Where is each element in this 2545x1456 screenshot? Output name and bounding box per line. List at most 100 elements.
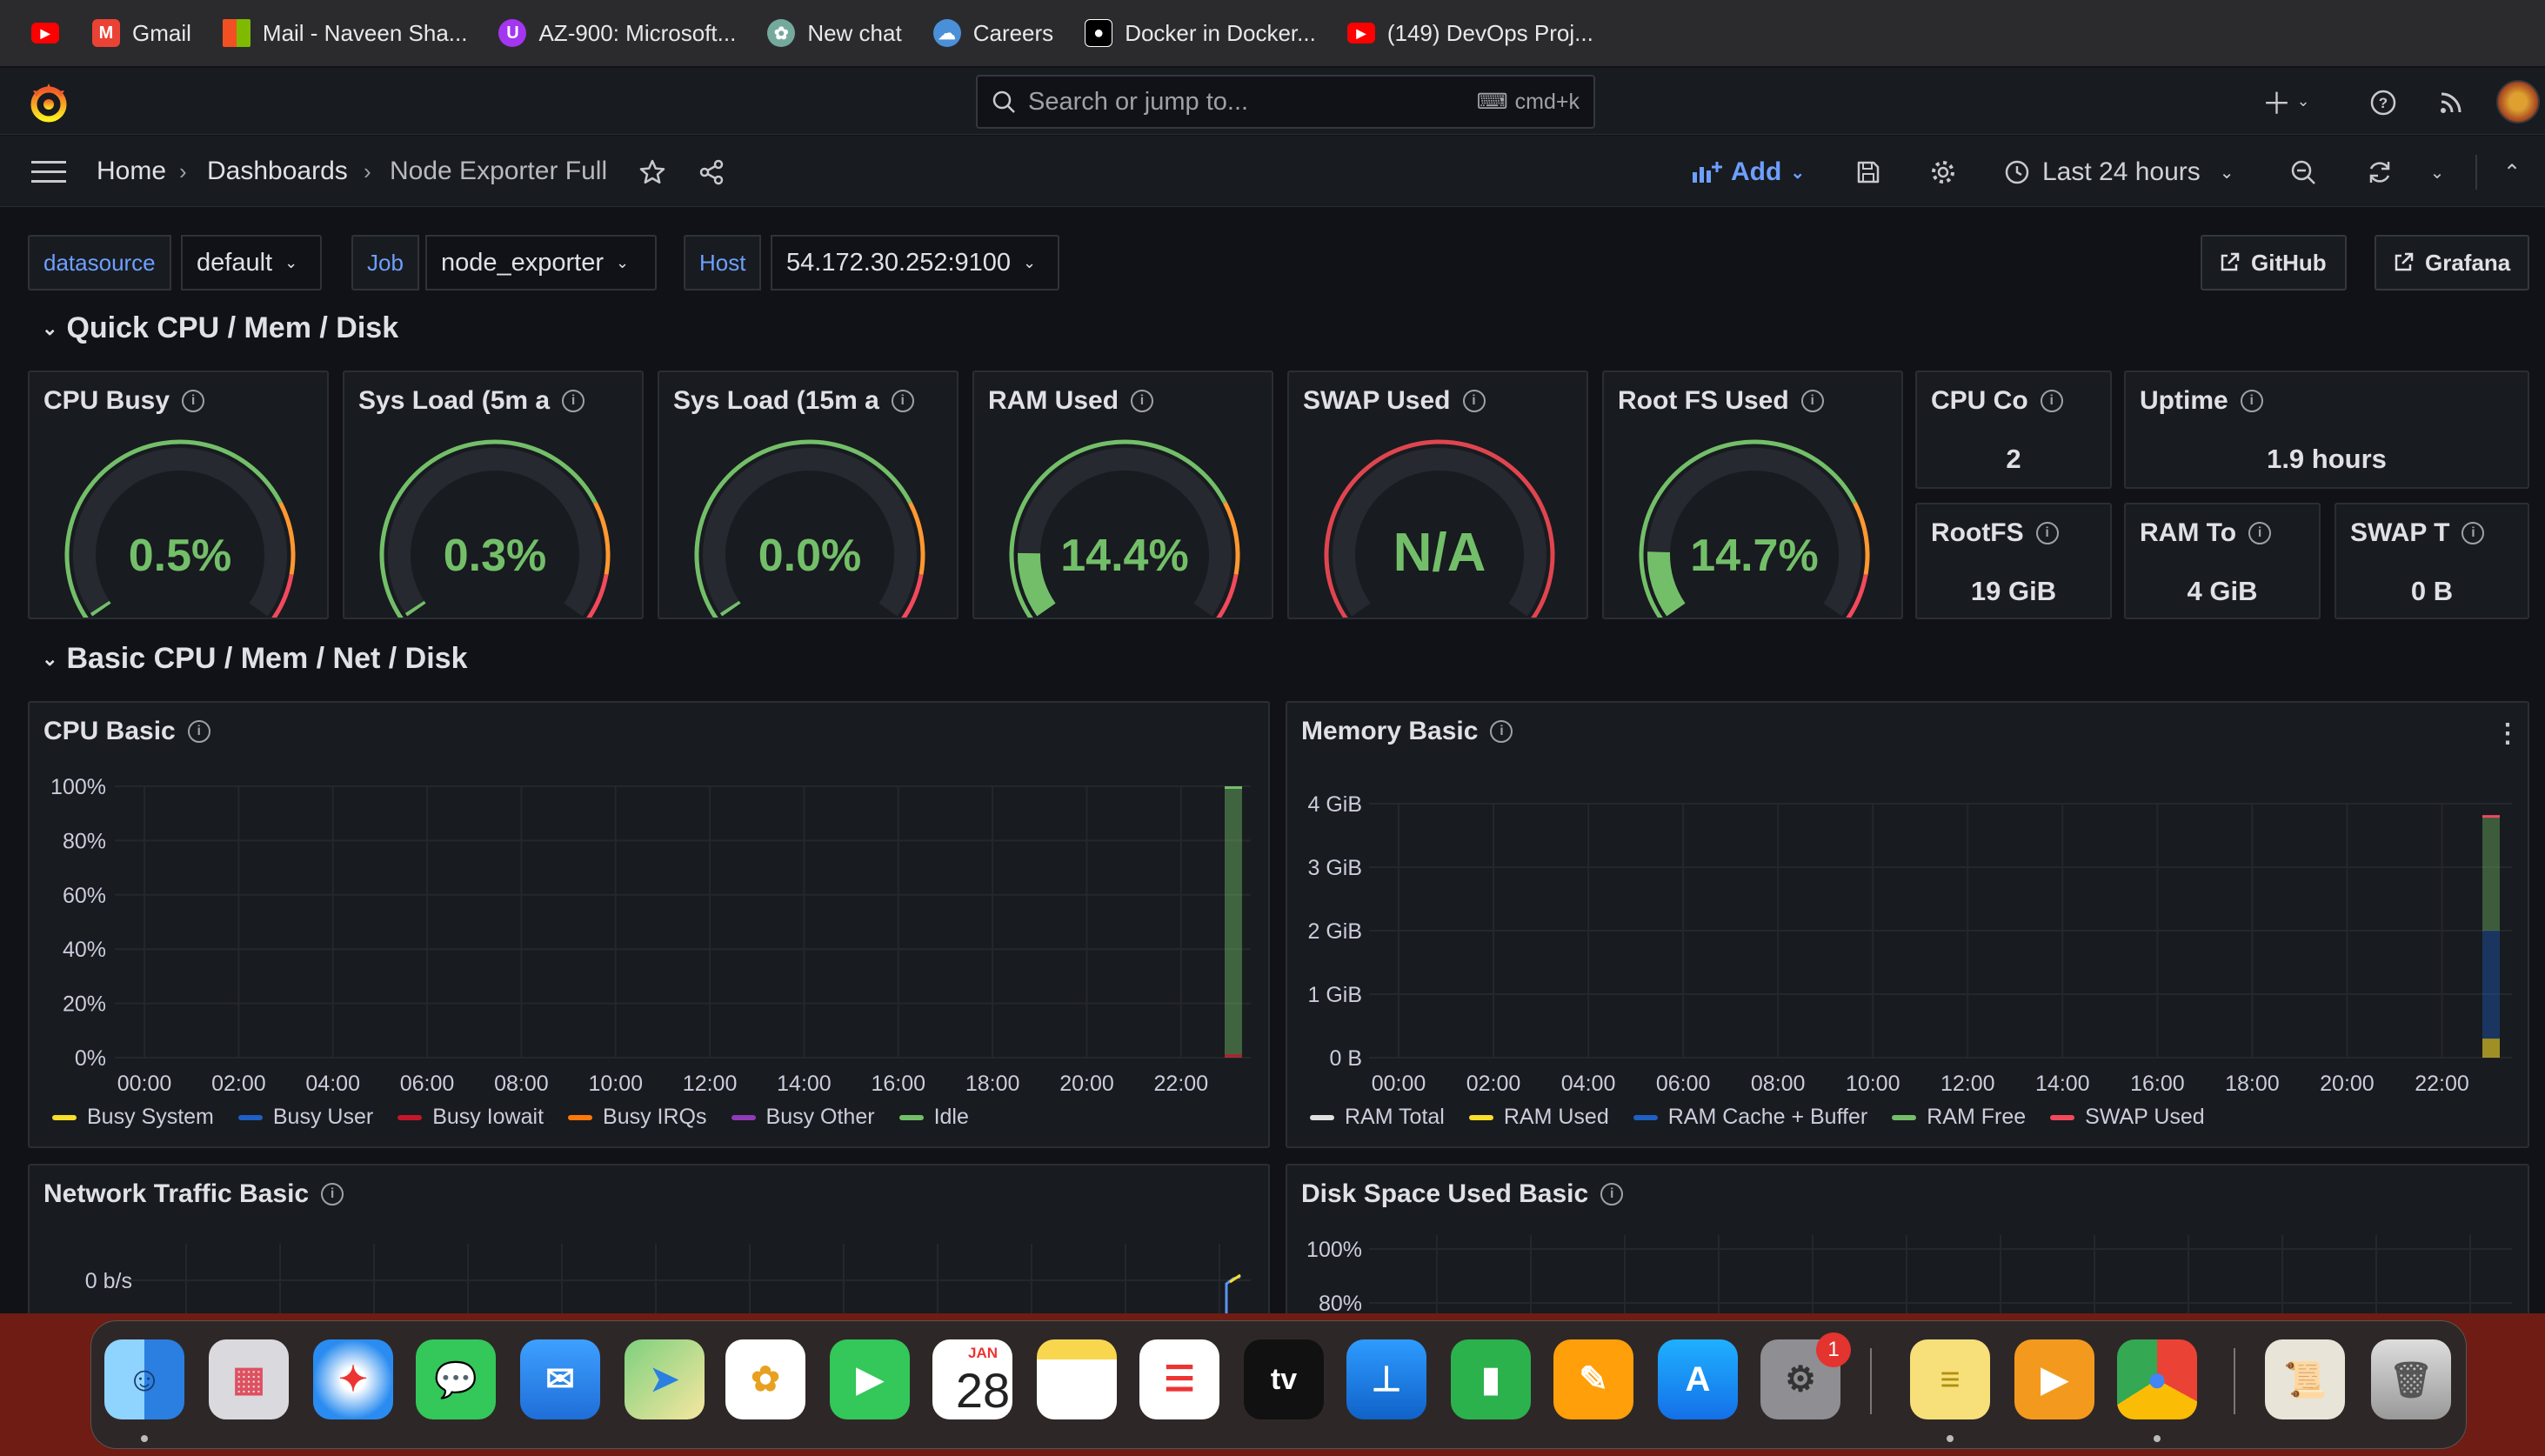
x-tick-label: 14:00 [2035, 1072, 2090, 1096]
gauge-value: 0.3% [444, 531, 547, 581]
github-link-button[interactable]: GitHub [2201, 235, 2347, 291]
stat-panel-uptime[interactable]: Uptime i 1.9 hours [2124, 371, 2529, 489]
breadcrumb-dashboards[interactable]: Dashboards [207, 157, 348, 186]
messages-icon[interactable]: 💬 [416, 1339, 496, 1419]
x-tick-label: 20:00 [2320, 1072, 2375, 1096]
gauge-panel[interactable]: Sys Load (15m a i 0.0% [658, 371, 959, 619]
gauge-panel[interactable]: Root FS Used i 14.7% [1602, 371, 1903, 619]
legend-item[interactable]: SWAP Used [2050, 1105, 2205, 1130]
time-range-picker[interactable]: Last 24 hours ⌄ [2004, 153, 2234, 191]
collapse-chevron-up-icon[interactable]: ⌃ [2495, 155, 2529, 190]
share-icon[interactable] [694, 155, 729, 190]
host-select[interactable]: 54.172.30.252:9100 ⌄ [771, 235, 1059, 291]
certificate-icon[interactable]: 📜 [2265, 1339, 2345, 1419]
keynote-icon[interactable]: ⊥ [1346, 1339, 1426, 1419]
panel-network-traffic-basic[interactable]: Network Traffic Basic i 0 b/s [28, 1164, 1270, 1320]
bookmark-youtube[interactable]: ▶ [19, 0, 80, 66]
gauge-panel[interactable]: CPU Busy i 0.5% [28, 371, 329, 619]
search-input[interactable]: Search or jump to... ⌨ cmd+k [976, 75, 1595, 129]
row-basic-cpu-mem-net-disk[interactable]: ⌄ Basic CPU / Mem / Net / Disk [42, 642, 467, 676]
info-icon[interactable]: i [2040, 390, 2063, 412]
running-indicator [2154, 1435, 2161, 1442]
infuse-icon[interactable]: ▶ [2014, 1339, 2094, 1419]
menu-icon[interactable] [28, 155, 70, 190]
legend-item[interactable]: RAM Free [1892, 1105, 2026, 1130]
legend-item[interactable]: Busy Iowait [397, 1105, 544, 1130]
breadcrumb-home[interactable]: Home [97, 157, 166, 186]
x-tick-label: 12:00 [683, 1072, 738, 1096]
stat-panel-ram-total[interactable]: RAM To i 4 GiB [2124, 503, 2321, 619]
stat-panel-swap-total[interactable]: SWAP T i 0 B [2335, 503, 2529, 619]
info-icon[interactable]: i [2240, 390, 2263, 412]
safari-icon[interactable]: ✦ [313, 1339, 393, 1419]
stat-panel-cpu-cores[interactable]: CPU Co i 2 [1915, 371, 2112, 489]
svg-text:?: ? [2379, 95, 2388, 111]
panel-memory-basic[interactable]: Memory Basic i ⋮ 4 GiB 3 GiB 2 GiB 1 GiB 0 B0… [1286, 701, 2529, 1148]
launchpad-icon[interactable]: ▦ [209, 1339, 289, 1419]
bookmark-az900[interactable]: U AZ-900: Microsoft... [486, 0, 755, 66]
refresh-interval-chevron-icon[interactable]: ⌄ [2421, 155, 2453, 190]
gauge-panel[interactable]: Sys Load (5m a i 0.3% [343, 371, 644, 619]
stat-panel-rootfs[interactable]: RootFS i 19 GiB [1915, 503, 2112, 619]
refresh-icon[interactable] [2361, 155, 2399, 190]
zoom-out-icon[interactable] [2284, 155, 2322, 190]
chrome-icon[interactable]: ● [2117, 1339, 2197, 1419]
youtube-icon: ▶ [1346, 23, 1375, 43]
row-quick-cpu-mem-disk[interactable]: ⌄ Quick CPU / Mem / Disk [42, 311, 398, 345]
gauge-panel[interactable]: RAM Used i 14.4% [972, 371, 1273, 619]
notes-icon[interactable] [1037, 1339, 1117, 1419]
legend-item[interactable]: Busy User [237, 1105, 373, 1130]
x-tick-label: 06:00 [1656, 1072, 1711, 1096]
user-avatar[interactable] [2496, 80, 2540, 124]
gauge-panel[interactable]: SWAP Used i N/A [1287, 371, 1588, 619]
finder-icon[interactable]: ☺ [104, 1339, 184, 1419]
gauge-fill [1647, 551, 1686, 617]
gauge-value: 14.7% [1690, 531, 1818, 581]
save-icon[interactable] [1849, 155, 1887, 190]
appletv-icon[interactable]: tv [1244, 1339, 1324, 1419]
help-icon[interactable]: ? [2364, 83, 2402, 122]
panel-title: RAM To i [2140, 518, 2272, 548]
legend-item[interactable]: Busy Other [731, 1105, 875, 1130]
gauge-chart: 14.4% [1009, 439, 1240, 618]
photos-icon[interactable]: ✿ [725, 1339, 805, 1419]
bookmark-careers[interactable]: ☁ Careers [921, 0, 1072, 66]
gear-icon[interactable] [1924, 155, 1962, 190]
legend-item[interactable]: RAM Used [1468, 1105, 1609, 1130]
trash-icon[interactable]: 🗑 [2371, 1339, 2451, 1419]
bookmark-gmail[interactable]: M Gmail [80, 0, 210, 66]
add-panel-button[interactable]: Add ⌄ [1691, 153, 1805, 191]
news-feed-icon[interactable] [2432, 83, 2470, 122]
facetime-icon[interactable]: ▶ [830, 1339, 910, 1419]
datasource-select[interactable]: default ⌄ [181, 235, 322, 291]
info-icon[interactable]: i [2462, 522, 2485, 544]
panel-cpu-basic[interactable]: CPU Basic i 100% 80% 60% 40% 20% 0% 00:00 02:00 0… [28, 701, 1270, 1148]
stickies-icon[interactable]: ≡ [1910, 1339, 1990, 1419]
legend-item[interactable]: Busy IRQs [568, 1105, 707, 1130]
info-icon[interactable]: i [2248, 522, 2272, 544]
bookmark-new-chat[interactable]: ✿ New chat [755, 0, 920, 66]
reminders-icon[interactable]: ☰ [1139, 1339, 1219, 1419]
appstore-icon[interactable]: A [1658, 1339, 1738, 1419]
star-icon[interactable] [635, 155, 670, 190]
legend-item[interactable]: Idle [898, 1105, 969, 1130]
new-menu-button[interactable]: ＋ ⌄ [2258, 83, 2314, 121]
pages-icon[interactable]: ✎ [1553, 1339, 1633, 1419]
bookmark-mail[interactable]: Mail - Naveen Sha... [210, 0, 487, 66]
legend-item[interactable]: RAM Cache + Buffer [1633, 1105, 1867, 1130]
gauge-fill [90, 600, 111, 617]
chevron-right-icon: › [179, 158, 187, 184]
mail-icon[interactable]: ✉ [520, 1339, 600, 1419]
panel-disk-space-basic[interactable]: Disk Space Used Basic i 100% 80% [1286, 1164, 2529, 1320]
grafana-logo-icon[interactable] [26, 80, 71, 125]
legend-item[interactable]: Busy System [52, 1105, 214, 1130]
numbers-icon[interactable]: ▮ [1451, 1339, 1531, 1419]
job-select[interactable]: node_exporter ⌄ [425, 235, 657, 291]
bookmark-devops[interactable]: ▶ (149) DevOps Proj... [1335, 0, 1613, 66]
legend-item[interactable]: RAM Total [1310, 1105, 1445, 1130]
maps-icon[interactable]: ➤ [625, 1339, 705, 1419]
bookmark-docker[interactable]: ● Docker in Docker... [1072, 0, 1335, 66]
grafana-link-button[interactable]: Grafana [2375, 235, 2529, 291]
panel-title: Uptime i [2140, 386, 2263, 416]
info-icon[interactable]: i [2035, 522, 2059, 544]
